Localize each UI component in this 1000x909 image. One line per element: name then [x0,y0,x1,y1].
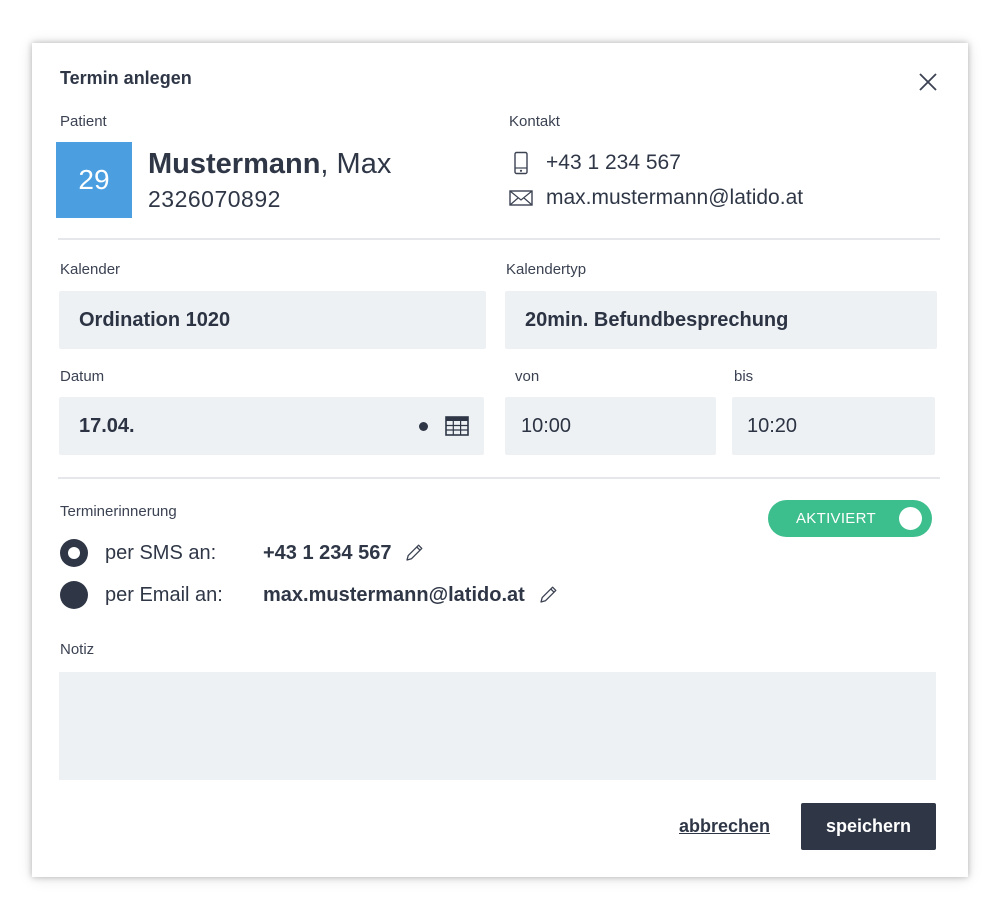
contact-label: Kontakt [509,113,560,130]
date-input[interactable]: 17.04. [59,397,484,455]
patient-number: 2326070892 [148,186,281,212]
patient-last-name: Mustermann [148,148,321,180]
divider [58,477,940,479]
calendar-label: Kalender [60,261,121,278]
contact-phone-row: +43 1 234 567 [508,151,681,175]
note-textarea[interactable] [59,672,936,780]
patient-avatar: 29 [56,142,132,218]
time-to-label: bis [734,368,754,385]
note-label: Notiz [60,641,95,658]
calendar-select[interactable]: Ordination 1020 [59,291,486,349]
calendar-type-label: Kalendertyp [506,261,587,278]
toggle-knob [899,507,922,530]
reminder-label: Terminerinnerung [60,503,177,520]
dialog-title: Termin anlegen [60,68,192,88]
sms-radio[interactable] [60,539,88,567]
time-from-input[interactable]: 10:00 [505,397,716,455]
contact-email: max.mustermann@latido.at [546,186,804,209]
sms-value: +43 1 234 567 [263,541,392,564]
reminder-toggle[interactable]: AKTIVIERT [768,500,932,537]
contact-email-row: max.mustermann@latido.at [508,186,803,210]
envelope-icon [508,189,534,207]
appointment-dialog: Termin anlegen Patient 29 Mustermann, Ma… [32,43,968,877]
calendar-icon[interactable] [445,415,469,443]
save-button[interactable]: speichern [801,803,936,850]
pencil-icon[interactable] [403,542,425,564]
email-radio[interactable] [60,581,88,609]
time-to-input[interactable]: 10:20 [732,397,935,455]
status-dot [419,422,428,431]
reminder-sms-row: per SMS an: +43 1 234 567 [60,539,425,567]
cancel-button[interactable]: abbrechen [679,816,770,837]
reminder-email-row: per Email an: max.mustermann@latido.at [60,581,559,609]
date-value: 17.04. [79,414,135,437]
email-value: max.mustermann@latido.at [263,583,525,606]
email-label: per Email an: [105,583,223,606]
patient-name: Mustermann, Max [148,148,391,181]
date-label: Datum [60,368,105,385]
time-from-label: von [515,368,540,385]
calendar-type-select[interactable]: 20min. Befundbesprechung [505,291,937,349]
patient-first-name: , Max [320,148,392,180]
close-icon[interactable] [916,70,940,94]
contact-phone: +43 1 234 567 [546,151,681,174]
pencil-icon[interactable] [537,584,559,606]
reminder-toggle-label: AKTIVIERT [796,510,876,527]
sms-label: per SMS an: [105,541,217,564]
patient-label: Patient [60,113,107,130]
mobile-phone-icon [508,151,534,175]
divider [58,238,940,240]
radio-selected-dot [68,547,80,559]
